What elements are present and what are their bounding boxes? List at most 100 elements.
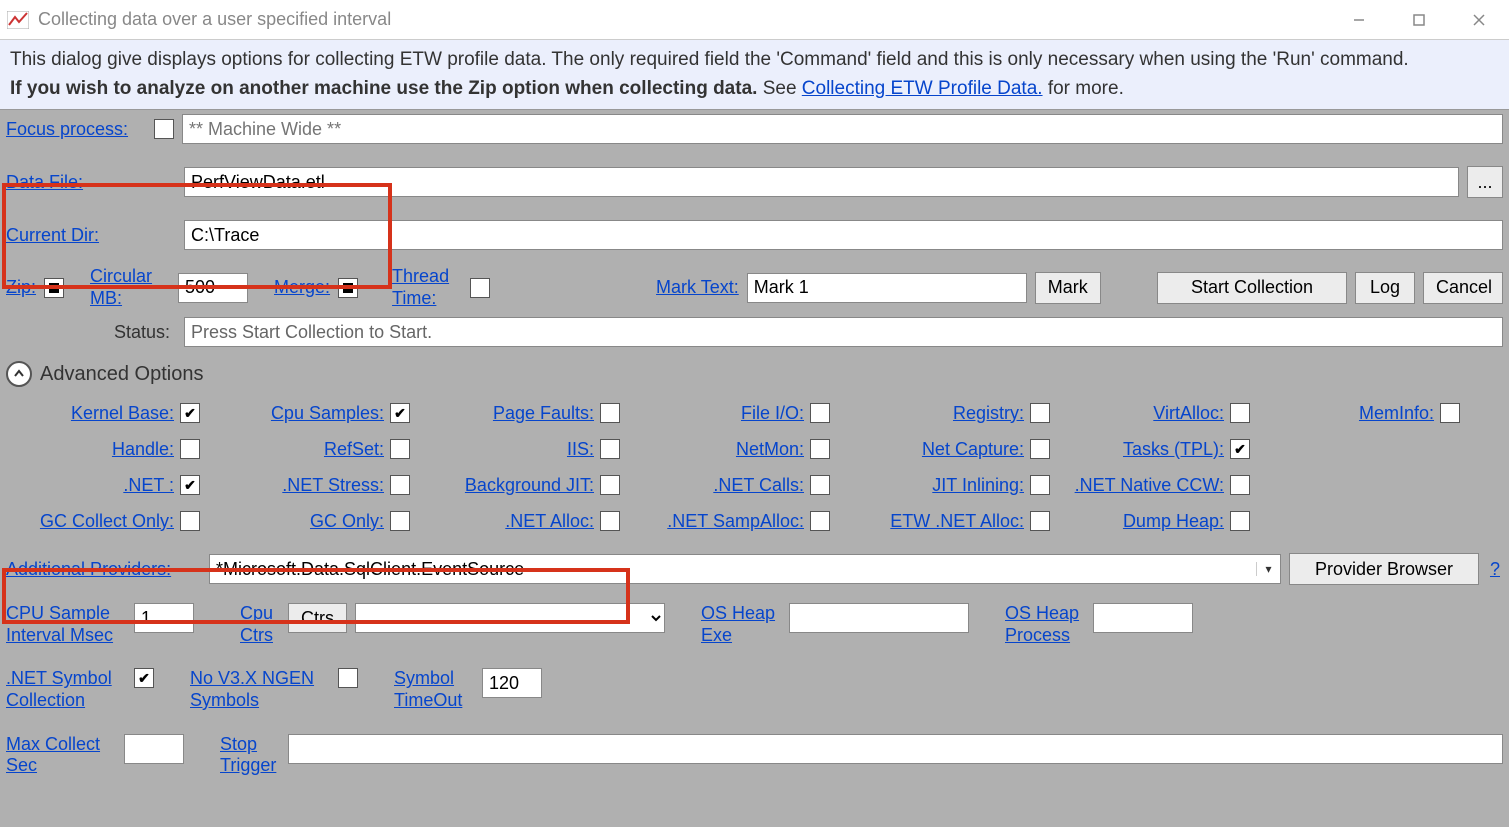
current-dir-input[interactable]	[184, 220, 1503, 250]
jit-inlining-checkbox[interactable]	[1030, 475, 1050, 495]
max-collect-input[interactable]	[124, 734, 184, 764]
zip-checkbox[interactable]	[44, 278, 64, 298]
header-etw-link[interactable]: Collecting ETW Profile Data.	[802, 78, 1043, 99]
net-sampalloc-checkbox[interactable]	[810, 511, 830, 531]
net-stress-label[interactable]: .NET Stress:	[282, 475, 384, 496]
net-alloc-label[interactable]: .NET Alloc:	[505, 511, 594, 532]
gc-collect-only-checkbox[interactable]	[180, 511, 200, 531]
data-file-input[interactable]	[184, 167, 1459, 197]
netmon-label[interactable]: NetMon:	[736, 439, 804, 460]
thread-time-checkbox[interactable]	[470, 278, 490, 298]
merge-label[interactable]: Merge:	[274, 277, 330, 298]
net-alloc-checkbox[interactable]	[600, 511, 620, 531]
refset-label[interactable]: RefSet:	[324, 439, 384, 460]
file-io-checkbox[interactable]	[810, 403, 830, 423]
kernel-base-checkbox[interactable]	[180, 403, 200, 423]
iis-checkbox[interactable]	[600, 439, 620, 459]
cpu-ctrs-combo[interactable]	[355, 603, 665, 633]
net-stress-checkbox[interactable]	[390, 475, 410, 495]
etw-net-alloc-checkbox[interactable]	[1030, 511, 1050, 531]
max-collect-label[interactable]: Max Collect Sec	[6, 734, 116, 777]
registry-checkbox[interactable]	[1030, 403, 1050, 423]
merge-checkbox[interactable]	[338, 278, 358, 298]
handle-checkbox[interactable]	[180, 439, 200, 459]
os-heap-process-label[interactable]: OS Heap Process	[1005, 603, 1085, 646]
mark-text-label[interactable]: Mark Text:	[656, 277, 739, 298]
current-dir-label[interactable]: Current Dir:	[6, 225, 176, 246]
net-native-ccw-label[interactable]: .NET Native CCW:	[1075, 475, 1224, 496]
no-ngen-checkbox[interactable]	[338, 668, 358, 688]
cpu-samples-label[interactable]: Cpu Samples:	[271, 403, 384, 424]
refset-checkbox[interactable]	[390, 439, 410, 459]
jit-inlining-label[interactable]: JIT Inlining:	[932, 475, 1024, 496]
os-heap-exe-input[interactable]	[789, 603, 969, 633]
mark-button[interactable]: Mark	[1035, 272, 1101, 304]
close-button[interactable]	[1449, 0, 1509, 40]
os-heap-exe-label[interactable]: OS Heap Exe	[701, 603, 781, 646]
cpu-ctrs-button[interactable]: Ctrs	[288, 603, 347, 633]
focus-process-checkbox[interactable]	[154, 119, 174, 139]
net-label[interactable]: .NET :	[123, 475, 174, 496]
additional-providers-dropdown-icon[interactable]: ▾	[1256, 562, 1280, 576]
dump-heap-label[interactable]: Dump Heap:	[1123, 511, 1224, 532]
cpu-interval-input[interactable]	[134, 603, 194, 633]
gc-only-checkbox[interactable]	[390, 511, 410, 531]
meminfo-label[interactable]: MemInfo:	[1359, 403, 1434, 424]
net-checkbox[interactable]	[180, 475, 200, 495]
iis-label[interactable]: IIS:	[567, 439, 594, 460]
circular-mb-input[interactable]	[178, 273, 248, 303]
gc-only-label[interactable]: GC Only:	[310, 511, 384, 532]
symbol-timeout-input[interactable]	[482, 668, 542, 698]
data-file-label[interactable]: Data File:	[6, 172, 176, 193]
stop-trigger-input[interactable]	[288, 734, 1503, 764]
meminfo-checkbox[interactable]	[1440, 403, 1460, 423]
net-calls-checkbox[interactable]	[810, 475, 830, 495]
cancel-button[interactable]: Cancel	[1423, 272, 1503, 304]
background-jit-checkbox[interactable]	[600, 475, 620, 495]
file-io-label[interactable]: File I/O:	[741, 403, 804, 424]
advanced-toggle-icon[interactable]	[6, 361, 32, 387]
additional-providers-label[interactable]: Additional Providers:	[6, 559, 201, 580]
os-heap-process-input[interactable]	[1093, 603, 1193, 633]
focus-process-label[interactable]: Focus process:	[6, 119, 146, 140]
cpu-interval-label[interactable]: CPU Sample Interval Msec	[6, 603, 126, 646]
zip-label[interactable]: Zip:	[6, 277, 36, 298]
page-faults-checkbox[interactable]	[600, 403, 620, 423]
stop-trigger-label[interactable]: Stop Trigger	[220, 734, 280, 777]
tasks-tpl-checkbox[interactable]	[1230, 439, 1250, 459]
no-ngen-label[interactable]: No V3.X NGEN Symbols	[190, 668, 330, 711]
page-faults-label[interactable]: Page Faults:	[493, 403, 594, 424]
etw-net-alloc-label[interactable]: ETW .NET Alloc:	[890, 511, 1024, 532]
symbol-timeout-label[interactable]: Symbol TimeOut	[394, 668, 474, 711]
net-native-ccw-checkbox[interactable]	[1230, 475, 1250, 495]
start-collection-button[interactable]: Start Collection	[1157, 272, 1347, 304]
maximize-button[interactable]	[1389, 0, 1449, 40]
providers-help-icon[interactable]: ?	[1487, 559, 1503, 580]
handle-label[interactable]: Handle:	[112, 439, 174, 460]
tasks-tpl-label[interactable]: Tasks (TPL):	[1123, 439, 1224, 460]
mark-text-input[interactable]	[747, 273, 1027, 303]
netmon-checkbox[interactable]	[810, 439, 830, 459]
minimize-button[interactable]	[1329, 0, 1389, 40]
net-sampalloc-label[interactable]: .NET SampAlloc:	[667, 511, 804, 532]
provider-browser-button[interactable]: Provider Browser	[1289, 553, 1479, 585]
cpu-ctrs-label[interactable]: Cpu Ctrs	[240, 603, 280, 646]
cpu-samples-checkbox[interactable]	[390, 403, 410, 423]
net-capture-label[interactable]: Net Capture:	[922, 439, 1024, 460]
additional-providers-input[interactable]	[210, 555, 1256, 583]
net-symbol-label[interactable]: .NET Symbol Collection	[6, 668, 126, 711]
focus-process-input[interactable]	[182, 114, 1503, 144]
registry-label[interactable]: Registry:	[953, 403, 1024, 424]
dump-heap-checkbox[interactable]	[1230, 511, 1250, 531]
browse-button[interactable]: ...	[1467, 166, 1503, 198]
kernel-base-label[interactable]: Kernel Base:	[71, 403, 174, 424]
net-symbol-checkbox[interactable]	[134, 668, 154, 688]
net-calls-label[interactable]: .NET Calls:	[713, 475, 804, 496]
circular-mb-label[interactable]: Circular MB:	[90, 266, 170, 309]
net-capture-checkbox[interactable]	[1030, 439, 1050, 459]
virtalloc-label[interactable]: VirtAlloc:	[1153, 403, 1224, 424]
virtalloc-checkbox[interactable]	[1230, 403, 1250, 423]
thread-time-label[interactable]: Thread Time:	[392, 266, 462, 309]
log-button[interactable]: Log	[1355, 272, 1415, 304]
gc-collect-only-label[interactable]: GC Collect Only:	[40, 511, 174, 532]
